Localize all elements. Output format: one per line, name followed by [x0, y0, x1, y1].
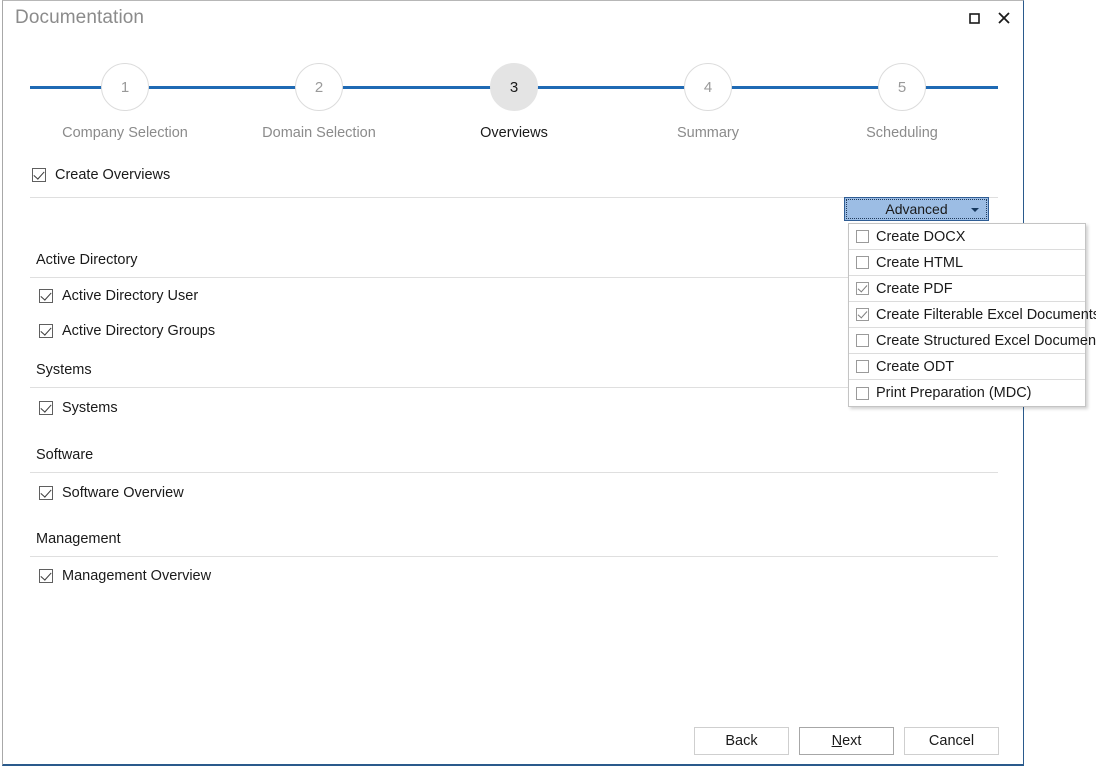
step-4-summary[interactable]: 4 Summary — [638, 51, 778, 141]
checkbox-icon — [39, 569, 53, 583]
step-5-circle: 5 — [878, 63, 926, 111]
step-5-scheduling[interactable]: 5 Scheduling — [832, 51, 972, 141]
step-2-domain-selection[interactable]: 2 Domain Selection — [249, 51, 389, 141]
screen: Documentation 1 Company Selection 2 Doma… — [0, 0, 1096, 769]
cancel-button[interactable]: Cancel — [904, 727, 999, 755]
separator-management — [30, 556, 998, 557]
step-3-circle: 3 — [490, 63, 538, 111]
title-bar: Documentation — [3, 1, 1023, 37]
menu-item-create-docx[interactable]: Create DOCX — [849, 224, 1085, 250]
checkbox-icon — [32, 168, 46, 182]
wizard-stepper: 1 Company Selection 2 Domain Selection 3… — [3, 51, 1023, 151]
checkbox-software-overview[interactable]: Software Overview — [39, 485, 184, 501]
checkbox-icon — [856, 386, 869, 400]
checkbox-create-overviews-label: Create Overviews — [55, 167, 171, 183]
menu-item-label: Print Preparation (MDC) — [876, 385, 1032, 401]
step-5-label: Scheduling — [866, 125, 938, 141]
checkbox-icon — [856, 230, 869, 243]
separator-software — [30, 472, 998, 473]
dialog-footer: Back Next Cancel — [3, 727, 1023, 767]
menu-item-label: Create Filterable Excel Documents — [876, 306, 1096, 323]
menu-item-create-structured-excel-documents[interactable]: Create Structured Excel Documents — [849, 328, 1096, 354]
checkbox-icon — [856, 282, 869, 295]
step-3-overviews[interactable]: 3 Overviews — [444, 51, 584, 141]
checkbox-label: Active Directory Groups — [62, 323, 216, 339]
step-2-circle: 2 — [295, 63, 343, 111]
checkbox-icon — [856, 256, 869, 269]
checkbox-icon — [39, 486, 53, 500]
menu-item-label: Create Structured Excel Documents — [876, 332, 1096, 349]
checkbox-systems[interactable]: Systems — [39, 400, 118, 416]
section-title-active-directory: Active Directory — [36, 252, 138, 268]
next-button-mnemonic: N — [831, 733, 843, 749]
advanced-dropdown-button[interactable]: Advanced — [844, 197, 989, 221]
chevron-down-icon — [971, 208, 979, 212]
step-1-company-selection[interactable]: 1 Company Selection — [55, 51, 195, 141]
checkbox-icon — [856, 360, 869, 373]
step-4-circle: 4 — [684, 63, 732, 111]
close-icon — [998, 12, 1010, 24]
window-title: Documentation — [15, 7, 145, 28]
step-1-circle: 1 — [101, 63, 149, 111]
step-2-label: Domain Selection — [262, 125, 376, 141]
menu-item-create-pdf[interactable]: Create PDF — [849, 276, 1085, 302]
section-title-software: Software — [36, 447, 94, 463]
step-4-label: Summary — [676, 125, 740, 141]
advanced-dropdown-menu: Create DOCX Create HTML Create PDF Creat… — [848, 223, 1096, 407]
section-title-systems: Systems — [36, 362, 92, 378]
checkbox-icon — [39, 401, 53, 415]
menu-item-create-filterable-excel-documents[interactable]: Create Filterable Excel Documents — [849, 302, 1096, 328]
checkbox-active-directory-user[interactable]: Active Directory User — [39, 288, 198, 304]
section-title-management: Management — [36, 531, 121, 547]
step-1-label: Company Selection — [62, 125, 188, 141]
checkbox-management-overview[interactable]: Management Overview — [39, 568, 211, 584]
next-button[interactable]: Next — [799, 727, 894, 755]
menu-item-label: Create DOCX — [876, 228, 966, 245]
checkbox-icon — [856, 308, 869, 321]
next-button-label: Next — [832, 733, 862, 749]
maximize-button[interactable] — [961, 7, 987, 29]
checkbox-label: Management Overview — [62, 568, 212, 584]
maximize-icon — [968, 12, 980, 24]
checkbox-label: Software Overview — [62, 485, 184, 501]
back-button[interactable]: Back — [694, 727, 789, 755]
menu-item-create-odt[interactable]: Create ODT — [849, 354, 1085, 380]
checkbox-icon — [856, 334, 869, 347]
menu-item-label: Create ODT — [876, 358, 955, 375]
checkbox-active-directory-groups[interactable]: Active Directory Groups — [39, 323, 215, 339]
step-3-label: Overviews — [480, 125, 548, 141]
cancel-button-label: Cancel — [928, 733, 975, 749]
checkbox-icon — [39, 289, 53, 303]
menu-item-create-html[interactable]: Create HTML — [849, 250, 1085, 276]
menu-item-label: Create PDF — [876, 280, 953, 297]
menu-item-print-preparation-mdc[interactable]: Print Preparation (MDC) — [849, 380, 1085, 406]
back-button-label: Back — [725, 733, 758, 749]
checkbox-icon — [39, 324, 53, 338]
checkbox-label: Systems — [62, 400, 118, 416]
checkbox-label: Active Directory User — [62, 288, 199, 304]
next-button-label-rest: ext — [842, 733, 862, 749]
advanced-button-label: Advanced — [885, 201, 948, 217]
close-button[interactable] — [991, 7, 1017, 29]
checkbox-create-overviews[interactable]: Create Overviews — [32, 167, 170, 183]
menu-item-label: Create HTML — [876, 254, 964, 271]
